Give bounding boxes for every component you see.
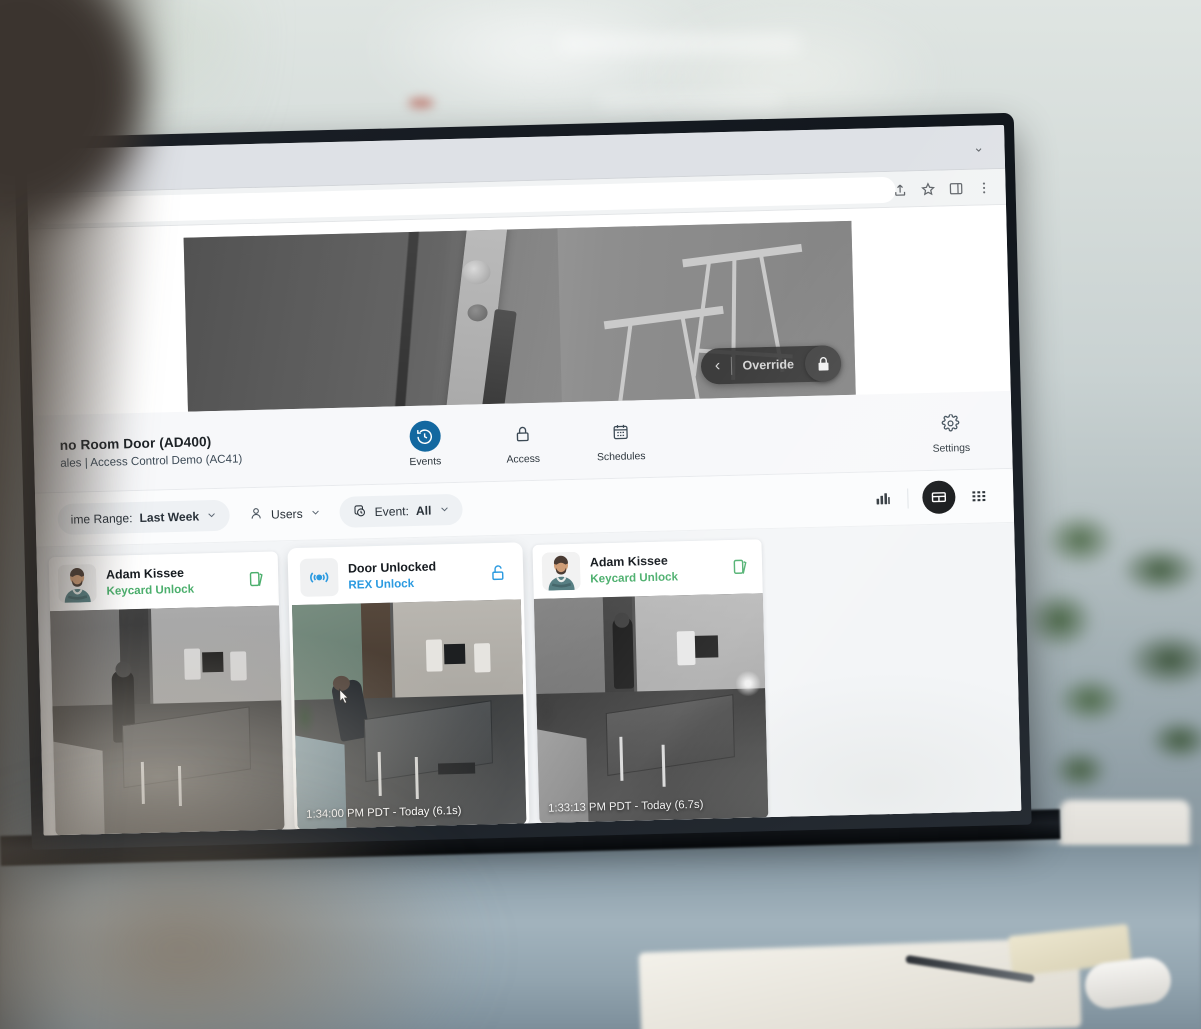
- bookmark-star-icon[interactable]: [920, 181, 935, 196]
- calendar-icon: [605, 415, 637, 447]
- keycard-icon: [729, 557, 751, 576]
- nav-label-events: Events: [409, 456, 442, 469]
- chair-shape-2: [593, 294, 724, 412]
- filter-event[interactable]: Event: All: [339, 493, 463, 528]
- event-clock-icon: [352, 503, 367, 521]
- event-card[interactable]: Adam Kissee Keycard Unlock: [532, 539, 769, 824]
- history-clock-icon: [408, 420, 441, 453]
- nav-item-settings[interactable]: Settings: [932, 407, 971, 455]
- lock-icon: [507, 418, 539, 450]
- page-title: no Room Door (AD400): [59, 433, 212, 453]
- person-icon: [249, 505, 264, 523]
- three-dot-menu-icon[interactable]: [976, 180, 991, 195]
- nav-label-settings: Settings: [932, 442, 971, 455]
- filter-users[interactable]: Users: [236, 497, 334, 530]
- laptop-screen: ⌄ ‹ Override no Room Door (AD400) ales |…: [14, 112, 1032, 850]
- event-detail: Keycard Unlock: [590, 570, 679, 586]
- nav-label-schedules: Schedules: [596, 451, 646, 464]
- event-thumbnail[interactable]: 1:33:13 PM PDT - Today (6.7s): [533, 593, 769, 824]
- filter-users-label: Users: [270, 506, 303, 522]
- chevron-down-icon[interactable]: [310, 507, 320, 519]
- event-detail: Keycard Unlock: [106, 582, 195, 598]
- breadcrumb: ales | Access Control Demo (AC41): [60, 451, 243, 470]
- side-panel-icon[interactable]: [948, 180, 963, 195]
- grid-card-icon[interactable]: [921, 480, 956, 515]
- event-thumbnail[interactable]: [49, 605, 285, 836]
- event-title: Door Unlocked: [347, 559, 437, 576]
- keycard-icon: [245, 570, 267, 589]
- nav-item-events[interactable]: Events: [392, 420, 457, 469]
- override-back-button[interactable]: ‹: [704, 348, 731, 385]
- gear-icon: [935, 407, 967, 439]
- nav-label-access: Access: [506, 453, 541, 466]
- mouse-cursor-icon: [339, 688, 349, 704]
- unlock-icon: [487, 564, 509, 583]
- bar-chart-icon[interactable]: [871, 487, 894, 510]
- nav-item-access[interactable]: Access: [490, 417, 555, 466]
- view-toggle-group: [871, 479, 990, 515]
- filter-time-range-label: ime Range:: [70, 510, 133, 527]
- event-card[interactable]: Adam Kissee Keycard Unlock: [48, 551, 285, 836]
- avatar: [541, 551, 581, 591]
- event-thumbnail[interactable]: 1:34:00 PM PDT - Today (6.1s): [291, 599, 527, 831]
- live-camera-feed[interactable]: ‹ Override: [183, 220, 856, 412]
- avatar: [57, 564, 97, 604]
- toggle-divider: [907, 487, 909, 509]
- dense-list-icon[interactable]: [967, 485, 990, 508]
- filter-event-value: All: [415, 503, 432, 518]
- event-title: Adam Kissee: [105, 565, 185, 582]
- event-detail: REX Unlock: [348, 577, 415, 592]
- override-control[interactable]: ‹ Override: [700, 345, 842, 385]
- filter-event-label: Event:: [374, 503, 410, 519]
- filter-time-range-value: Last Week: [139, 508, 200, 525]
- filter-time-range[interactable]: ime Range: Last Week: [57, 499, 231, 536]
- section-nav: Events Access Schedules: [392, 415, 653, 469]
- event-grid-area: Door Unlocked REX Unlock: [36, 522, 1022, 836]
- chevron-down-icon[interactable]: [439, 504, 449, 516]
- web-page: ‹ Override no Room Door (AD400) ales | A…: [28, 204, 1022, 836]
- event-title: Adam Kissee: [589, 553, 668, 570]
- motion-sensor-icon: [299, 557, 339, 597]
- event-card-selected[interactable]: Door Unlocked REX Unlock 1:34:00 PM PDT …: [290, 545, 527, 831]
- laptop-device: ⌄ ‹ Override no Room Door (AD400) ales |…: [0, 0, 1201, 1029]
- event-grid: Door Unlocked REX Unlock: [36, 539, 785, 836]
- override-label: Override: [742, 357, 795, 373]
- chevron-down-icon[interactable]: [207, 509, 217, 521]
- tab-list-chevron-icon[interactable]: ⌄: [970, 139, 986, 155]
- nav-item-schedules[interactable]: Schedules: [588, 415, 653, 464]
- share-icon[interactable]: [892, 182, 907, 197]
